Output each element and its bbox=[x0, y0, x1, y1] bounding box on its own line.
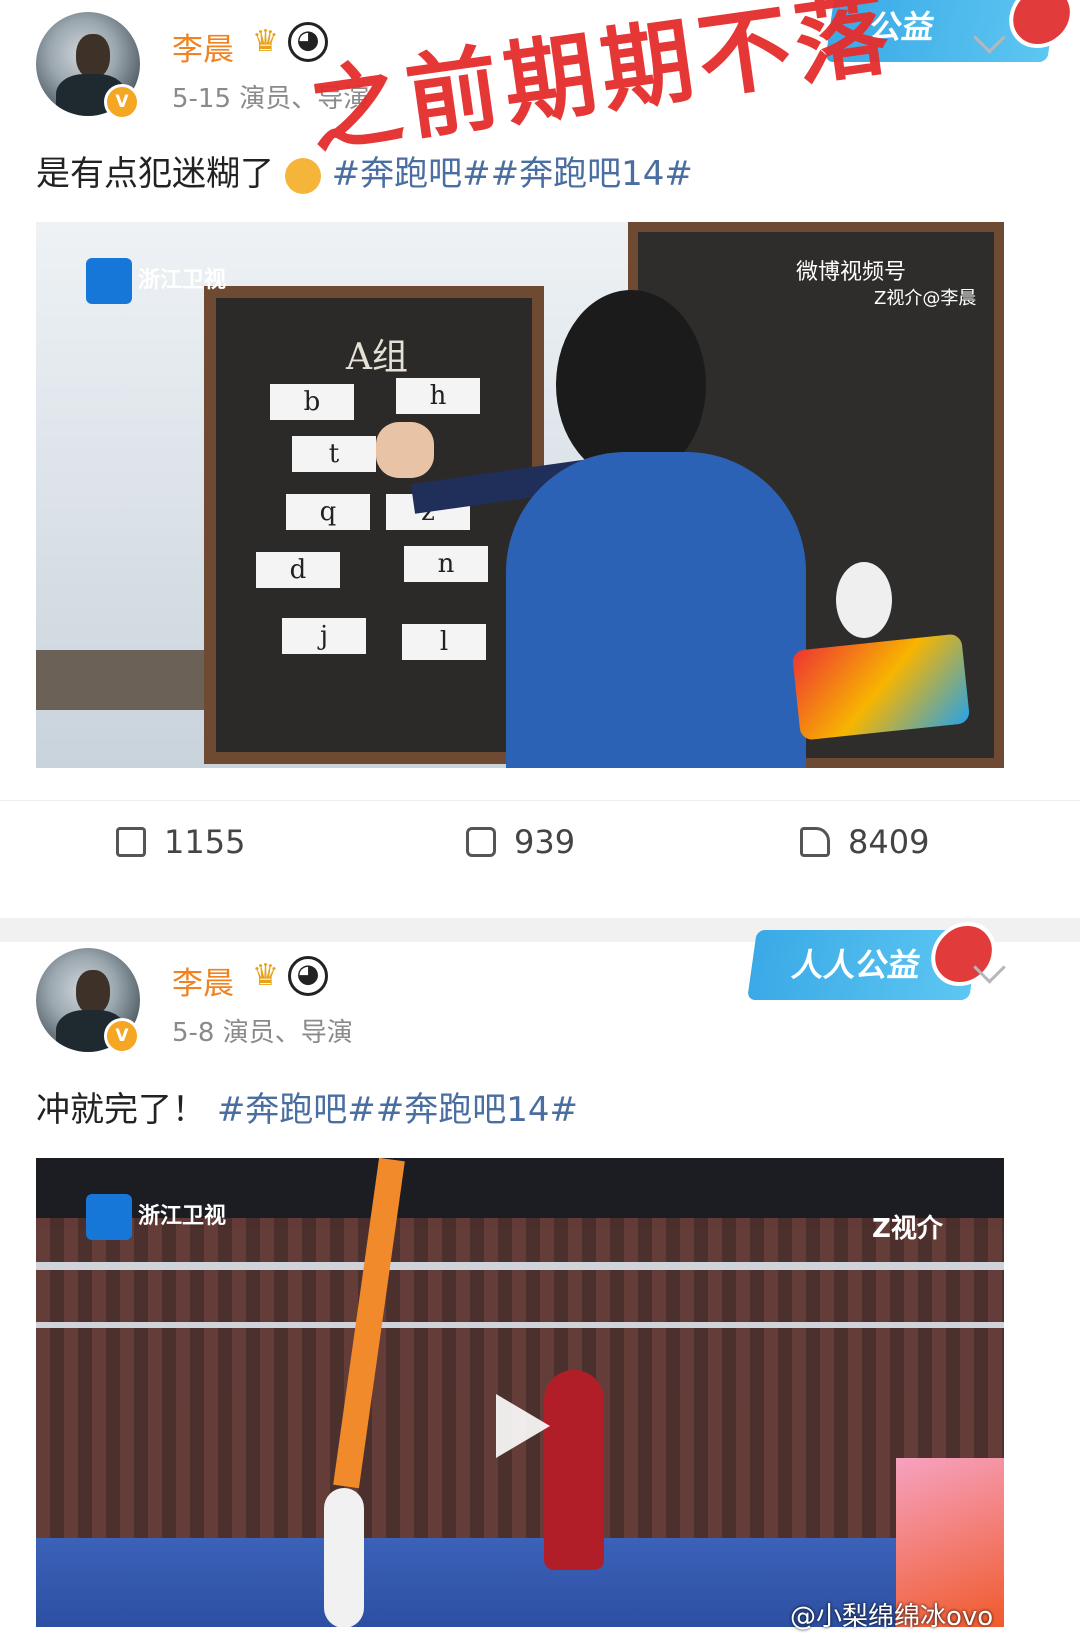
charity-badge[interactable]: 人人公益 bbox=[747, 922, 1001, 1000]
verified-icon: V bbox=[104, 1018, 140, 1054]
comment-button[interactable]: 939 bbox=[466, 823, 575, 861]
video-watermark-sub: Z视介@李晨 bbox=[874, 288, 977, 309]
like-button[interactable]: 8409 bbox=[800, 823, 929, 861]
tv-logo: 浙江卫视 bbox=[86, 258, 226, 304]
video-watermark: Z视介 bbox=[872, 1214, 943, 1244]
post-meta: 5-8 演员、导演 bbox=[172, 1018, 353, 1048]
repost-icon bbox=[116, 827, 146, 857]
emoji-icon bbox=[284, 157, 321, 194]
post-text: 冲就完了！ #奔跑吧##奔跑吧14# bbox=[36, 1090, 579, 1130]
action-bar: 1155 939 8409 bbox=[0, 800, 1080, 881]
panda-icon: ◕ bbox=[288, 956, 328, 996]
comment-icon bbox=[466, 827, 496, 857]
letter-card: n bbox=[404, 546, 488, 582]
letter-card: q bbox=[286, 494, 370, 530]
crown-icon: ♛ bbox=[252, 24, 279, 59]
letter-card: d bbox=[256, 552, 340, 588]
tv-logo: 浙江卫视 bbox=[86, 1194, 226, 1240]
user-name[interactable]: 李晨 bbox=[172, 958, 234, 1003]
tv-logo-icon bbox=[86, 1194, 132, 1240]
post-video[interactable]: 浙江卫视 Z视介 bbox=[36, 1158, 1004, 1627]
letter-card: l bbox=[402, 624, 486, 660]
tv-logo-icon bbox=[86, 258, 132, 304]
show-logo bbox=[791, 633, 971, 741]
like-icon bbox=[800, 827, 830, 857]
user-name[interactable]: 李晨 bbox=[172, 24, 234, 69]
repost-button[interactable]: 1155 bbox=[116, 823, 245, 861]
image-watermark: @小梨绵绵冰ovo bbox=[790, 1602, 994, 1632]
crown-icon: ♛ bbox=[252, 958, 279, 993]
hashtag[interactable]: #奔跑吧##奔跑吧14# bbox=[217, 1090, 578, 1130]
letter-board: A组 b h t q z d n j l bbox=[204, 286, 544, 764]
post-1: V 李晨 ♛ ◕ 5-15 演员、导演 公益 是有点犯迷糊了 #奔跑吧##奔跑吧… bbox=[0, 0, 1080, 918]
letter-card: b bbox=[270, 384, 354, 420]
verified-icon: V bbox=[104, 84, 140, 120]
board-title: A组 bbox=[346, 337, 408, 378]
letter-card: j bbox=[282, 618, 366, 654]
post-video[interactable]: A组 b h t q z d n j l 浙江卫视 微博视频号 Z视介@李晨 bbox=[36, 222, 1004, 768]
video-watermark: 微博视频号 bbox=[796, 260, 907, 285]
play-icon[interactable] bbox=[496, 1394, 550, 1458]
letter-card: h bbox=[396, 378, 480, 414]
letter-card: t bbox=[292, 436, 376, 472]
mascot-icon bbox=[1005, 0, 1079, 48]
